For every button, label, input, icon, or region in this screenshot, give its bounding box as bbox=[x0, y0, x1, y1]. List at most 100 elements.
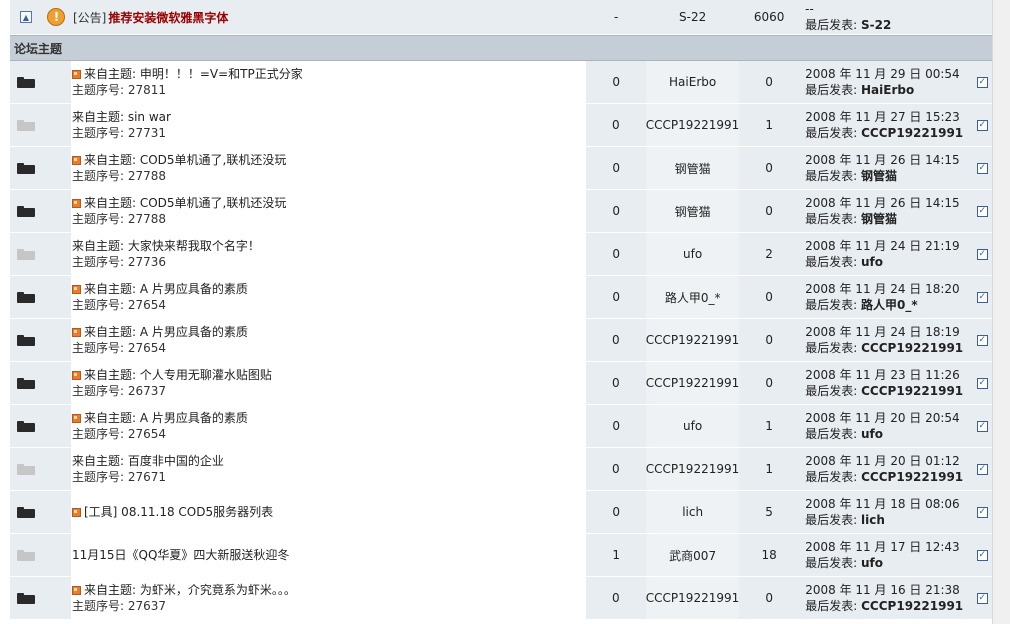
topic-author-link[interactable]: HaiErbo bbox=[646, 61, 740, 103]
topic-author-link[interactable]: CCCP19221991 bbox=[645, 577, 740, 619]
topic-row: [工具] 08.11.18 COD5服务器列表 0 lich 5 2008 年 … bbox=[10, 491, 992, 534]
select-checkbox-icon[interactable]: ✓ bbox=[976, 377, 988, 389]
topic-author-link[interactable]: CCCP19221991 bbox=[645, 319, 740, 361]
topic-last-user-link[interactable]: CCCP19221991 bbox=[861, 341, 963, 355]
topic-views: 0 bbox=[739, 276, 800, 318]
topic-id: 主题序号: 27671 bbox=[71, 470, 167, 484]
topic-title-link[interactable]: 来自主题: COD5单机通了,联机还没玩 bbox=[84, 152, 286, 168]
topic-title-link[interactable]: 来自主题: A 片男应具备的素质 bbox=[84, 324, 248, 340]
topic-id: 主题序号: 27736 bbox=[72, 255, 167, 269]
topic-last-user-link[interactable]: ufo bbox=[861, 255, 883, 269]
select-checkbox-icon[interactable]: ✓ bbox=[976, 506, 988, 518]
select-checkbox-icon[interactable]: ✓ bbox=[976, 334, 988, 346]
folder-icon bbox=[16, 506, 35, 518]
topic-author-link[interactable]: 钢管猫 bbox=[646, 190, 740, 232]
topic-author-link[interactable]: 钢管猫 bbox=[646, 147, 740, 189]
select-checkbox-icon[interactable]: ✓ bbox=[976, 248, 988, 260]
announcement-last-user-link[interactable]: S-22 bbox=[861, 18, 891, 32]
topic-replies: 0 bbox=[586, 190, 647, 232]
topic-title-link[interactable]: 来自主题: 百度非中国的企业 bbox=[72, 453, 224, 469]
select-checkbox-icon[interactable]: ✓ bbox=[976, 420, 988, 432]
select-checkbox-icon[interactable]: ✓ bbox=[976, 205, 988, 217]
topic-views: 0 bbox=[739, 319, 800, 361]
topic-author-link[interactable]: CCCP19221991 bbox=[645, 362, 740, 404]
topic-last-post: 2008 年 11 月 17 日 12:43 最后发表: ufo bbox=[799, 534, 973, 576]
topic-author-link[interactable]: lich bbox=[646, 491, 740, 533]
topic-cell: 来自主题: COD5单机通了,联机还没玩 主题序号: 27788 bbox=[71, 147, 587, 189]
topic-author-link[interactable]: 路人甲0_* bbox=[646, 276, 740, 318]
topic-replies: 1 bbox=[586, 534, 647, 576]
topic-last-date: 2008 年 11 月 26 日 14:15 bbox=[805, 196, 960, 210]
topic-id: 主题序号: 27654 bbox=[72, 427, 167, 441]
folder-icon bbox=[16, 205, 35, 217]
topic-last-user-link[interactable]: lich bbox=[861, 513, 885, 527]
last-post-label: 最后发表: bbox=[805, 298, 858, 312]
topic-last-line: 最后发表: 路人甲0_* bbox=[805, 297, 918, 313]
last-post-label: 最后发表: bbox=[805, 169, 858, 183]
topic-last-user-link[interactable]: HaiErbo bbox=[861, 83, 914, 97]
topic-title-link[interactable]: 11月15日《QQ华夏》四大新服送秋迎冬 bbox=[72, 547, 289, 563]
topic-author-link[interactable]: ufo bbox=[646, 233, 740, 275]
topic-last-user-link[interactable]: CCCP19221991 bbox=[861, 599, 963, 613]
up-arrow-icon[interactable]: ▲ bbox=[19, 11, 32, 23]
topic-last-user-link[interactable]: ufo bbox=[861, 556, 883, 570]
topic-last-date: 2008 年 11 月 18 日 08:06 bbox=[805, 497, 960, 511]
topic-title-link[interactable]: 来自主题: sin war bbox=[72, 109, 171, 125]
topic-author-link[interactable]: CCCP19221991 bbox=[645, 104, 740, 146]
topic-last-post: 2008 年 11 月 20 日 20:54 最后发表: ufo bbox=[799, 405, 973, 447]
topic-last-date: 2008 年 11 月 24 日 18:19 bbox=[805, 325, 960, 339]
topic-last-post: 2008 年 11 月 24 日 18:20 最后发表: 路人甲0_* bbox=[799, 276, 973, 318]
topic-title-link[interactable]: 来自主题: COD5单机通了,联机还没玩 bbox=[84, 195, 286, 211]
topic-last-user-link[interactable]: CCCP19221991 bbox=[861, 126, 963, 140]
last-post-label: 最后发表: bbox=[805, 212, 858, 226]
topic-author-link[interactable]: CCCP19221991 bbox=[645, 448, 740, 490]
announcement-title-link[interactable]: 推荐安装微软雅黑字体 bbox=[108, 9, 228, 26]
topic-author-link[interactable]: 武商007 bbox=[646, 534, 740, 576]
select-checkbox-icon[interactable]: ✓ bbox=[976, 463, 988, 475]
announcement-author-link[interactable]: S-22 bbox=[646, 0, 740, 34]
topic-author-link[interactable]: ufo bbox=[646, 405, 740, 447]
topic-replies: 0 bbox=[585, 362, 646, 404]
select-checkbox-icon[interactable]: ✓ bbox=[976, 291, 988, 303]
select-checkbox-icon[interactable]: ✓ bbox=[976, 592, 988, 604]
topic-title-link[interactable]: 来自主题: 申明！！！=V=和TP正式分家 bbox=[84, 66, 303, 82]
topic-last-user-link[interactable]: CCCP19221991 bbox=[861, 470, 963, 484]
folder-cell bbox=[10, 190, 42, 232]
folder-cell bbox=[10, 534, 42, 576]
topic-last-user-link[interactable]: 钢管猫 bbox=[861, 169, 897, 183]
topic-last-line: 最后发表: HaiErbo bbox=[805, 82, 914, 98]
topic-title-link[interactable]: 来自主题: A 片男应具备的素质 bbox=[84, 281, 248, 297]
topic-title-link[interactable]: 来自主题: 大家快来帮我取个名字！ bbox=[72, 238, 260, 254]
vertical-scrollbar[interactable] bbox=[992, 0, 1010, 624]
topic-title-link[interactable]: [工具] 08.11.18 COD5服务器列表 bbox=[84, 504, 273, 520]
topic-title-link[interactable]: 来自主题: A 片男应具备的素质 bbox=[84, 410, 248, 426]
topic-id: 主题序号: 27811 bbox=[72, 83, 167, 97]
warning-icon: ! bbox=[47, 8, 66, 26]
folder-icon bbox=[16, 248, 35, 260]
topic-id: 主题序号: 27788 bbox=[72, 212, 167, 226]
topic-last-line: 最后发表: 钢管猫 bbox=[805, 211, 897, 227]
select-cell: ✓ bbox=[972, 448, 993, 490]
topic-last-post: 2008 年 11 月 16 日 21:38 最后发表: CCCP1922199… bbox=[799, 577, 973, 619]
topic-list: 来自主题: 申明！！！=V=和TP正式分家 主题序号: 27811 0 HaiE… bbox=[10, 61, 993, 620]
select-checkbox-icon[interactable]: ✓ bbox=[976, 549, 988, 561]
topic-last-user-link[interactable]: 路人甲0_* bbox=[861, 298, 918, 312]
select-checkbox-icon[interactable]: ✓ bbox=[976, 162, 988, 174]
folder-cell bbox=[10, 276, 42, 318]
announcement-row: ▲ ! [公告] 推荐安装微软雅黑字体 - S-22 6060 -- 最后发表:… bbox=[10, 0, 992, 35]
topic-cell: [工具] 08.11.18 COD5服务器列表 bbox=[71, 491, 587, 533]
topic-title-link[interactable]: 来自主题: 个人专用无聊灌水贴图贴 bbox=[84, 367, 272, 383]
topic-last-user-link[interactable]: ufo bbox=[861, 427, 883, 441]
select-cell: ✓ bbox=[972, 61, 992, 103]
topic-last-date: 2008 年 11 月 17 日 12:43 bbox=[805, 540, 960, 554]
topic-last-user-link[interactable]: CCCP19221991 bbox=[861, 384, 963, 398]
topic-replies: 0 bbox=[586, 147, 647, 189]
topic-title-line: 来自主题: COD5单机通了,联机还没玩 bbox=[72, 152, 286, 168]
topic-row: 来自主题: 申明！！！=V=和TP正式分家 主题序号: 27811 0 HaiE… bbox=[10, 61, 992, 104]
select-checkbox-icon[interactable]: ✓ bbox=[976, 119, 988, 131]
topic-views: 0 bbox=[739, 362, 800, 404]
topic-last-post: 2008 年 11 月 23 日 11:26 最后发表: CCCP1922199… bbox=[799, 362, 973, 404]
topic-last-user-link[interactable]: 钢管猫 bbox=[861, 212, 897, 226]
topic-title-link[interactable]: 来自主题: 为虾米，介究竟系为虾米。。。 bbox=[84, 582, 296, 598]
select-checkbox-icon[interactable]: ✓ bbox=[976, 76, 988, 88]
